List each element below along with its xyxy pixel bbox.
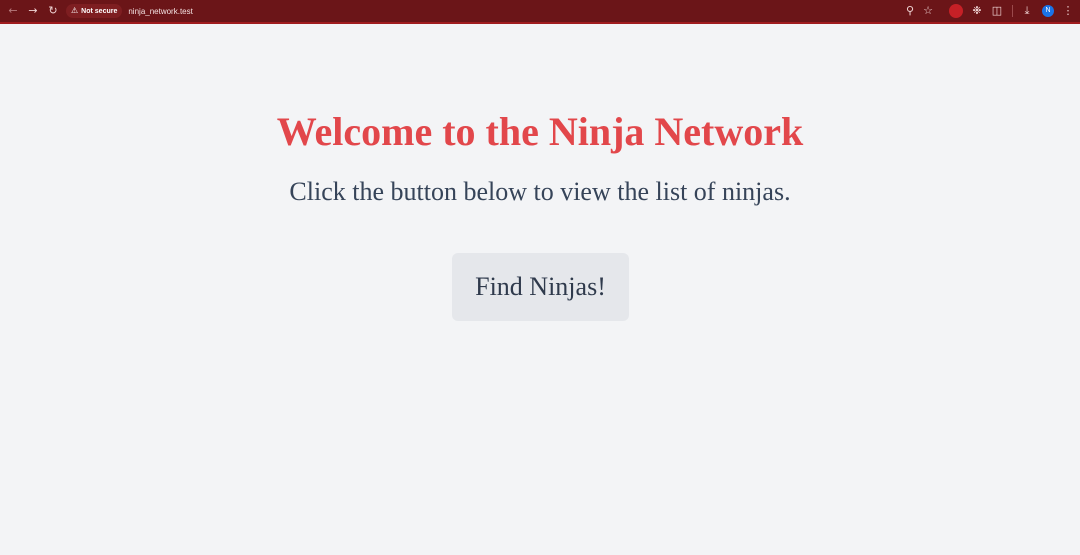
star-icon[interactable]: ☆	[920, 3, 936, 19]
warning-triangle-icon: ⚠	[71, 6, 79, 15]
puzzle-icon[interactable]: ◫	[989, 3, 1005, 19]
security-chip[interactable]: ⚠ Not secure	[66, 4, 123, 18]
page-subtitle: Click the button below to view the list …	[289, 177, 791, 206]
zoom-icon[interactable]: ⚲	[902, 3, 918, 19]
browser-toolbar: ← → ↻ ⚠ Not secure ninja_network.test ⚲ …	[0, 0, 1080, 24]
toolbar-divider	[1012, 5, 1013, 17]
security-label: Not secure	[81, 7, 118, 15]
avatar[interactable]: N	[1042, 5, 1054, 17]
back-arrow-icon[interactable]: ←	[5, 3, 21, 19]
page-content: Welcome to the Ninja Network Click the b…	[0, 24, 1080, 555]
address-bar[interactable]: ⚠ Not secure ninja_network.test	[66, 3, 946, 19]
reload-icon[interactable]: ↻	[45, 3, 61, 19]
url-text[interactable]: ninja_network.test	[128, 7, 192, 16]
find-ninjas-button[interactable]: Find Ninjas!	[452, 253, 629, 321]
extension-gear-icon[interactable]: ❉	[969, 3, 985, 19]
kebab-menu-icon[interactable]: ⋮	[1060, 3, 1076, 19]
extension-record-icon[interactable]	[949, 4, 963, 18]
forward-arrow-icon[interactable]: →	[25, 3, 41, 19]
download-icon[interactable]: ⤓	[1019, 3, 1035, 19]
page-title: Welcome to the Ninja Network	[276, 109, 804, 154]
